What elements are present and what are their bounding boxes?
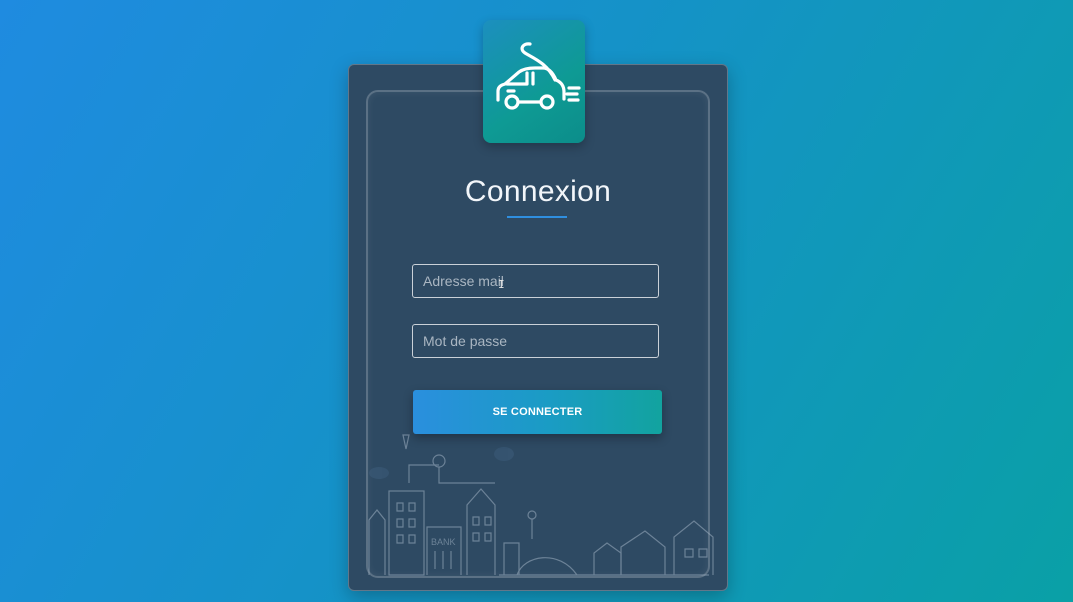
email-field[interactable] bbox=[412, 264, 659, 298]
login-card: BANK Connexion I SE CONNECTER bbox=[348, 64, 728, 591]
bank-sign: BANK bbox=[431, 537, 456, 547]
title-underline bbox=[507, 216, 567, 218]
password-field[interactable] bbox=[412, 324, 659, 358]
city-illustration: BANK bbox=[368, 434, 714, 576]
app-logo bbox=[483, 20, 585, 143]
car-speed-icon bbox=[496, 42, 581, 110]
login-button[interactable]: SE CONNECTER bbox=[413, 390, 662, 434]
page-title: Connexion bbox=[464, 175, 612, 208]
text-cursor-icon: I bbox=[498, 278, 505, 291]
